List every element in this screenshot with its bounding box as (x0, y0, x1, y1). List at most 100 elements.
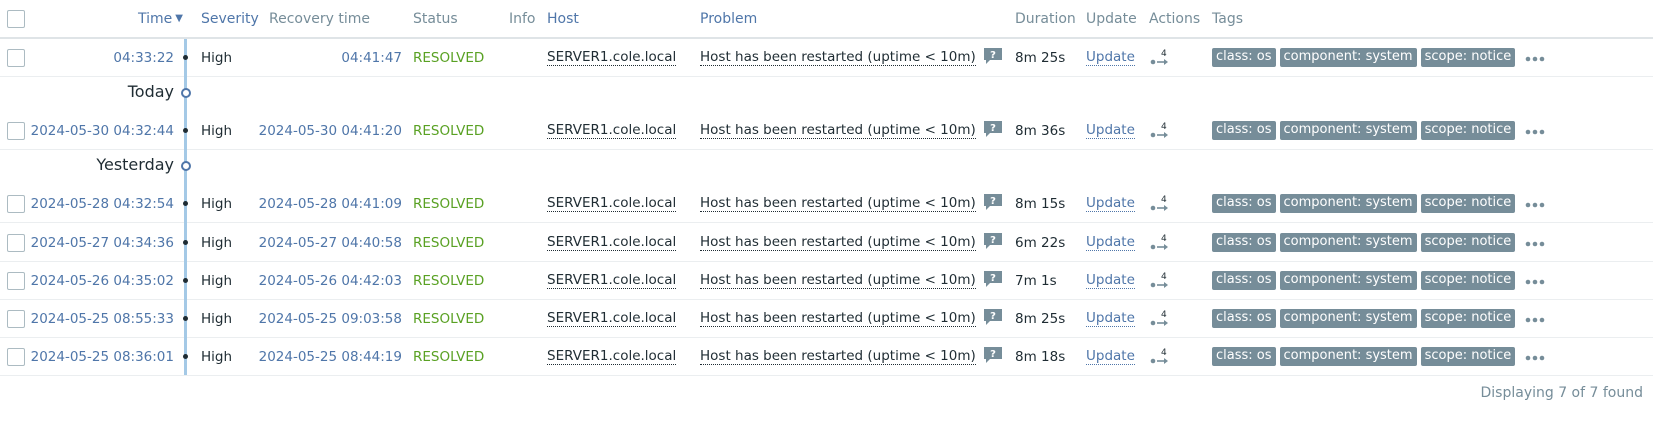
host-link[interactable]: SERVER1.cole.local (547, 338, 677, 375)
timeline-event-dot (183, 354, 188, 359)
update-link[interactable]: Update (1086, 112, 1135, 149)
host-link[interactable]: SERVER1.cole.local (547, 39, 677, 76)
problem-link[interactable]: Host has been restarted (uptime < 10m) ? (700, 224, 1003, 261)
actions-arrow-icon: 4 (1149, 308, 1173, 330)
problem-link[interactable]: Host has been restarted (uptime < 10m) ? (700, 112, 1003, 149)
more-dots-icon[interactable] (1525, 50, 1545, 66)
tag-badge[interactable]: scope: notice (1420, 194, 1516, 213)
actions-button[interactable]: 4 (1149, 224, 1173, 261)
column-actions-header: Actions (1149, 10, 1201, 27)
tag-badge[interactable]: component: system (1279, 194, 1417, 213)
more-dots-icon[interactable] (1525, 349, 1545, 365)
recovery-time-link[interactable]: 04:41:47 (250, 39, 402, 76)
status-resolved: RESOLVED (413, 122, 485, 139)
problem-link[interactable]: Host has been restarted (uptime < 10m) ? (700, 300, 1003, 337)
actions-button[interactable]: 4 (1149, 338, 1173, 375)
actions-button[interactable]: 4 (1149, 39, 1173, 76)
tag-badge[interactable]: class: os (1212, 309, 1276, 328)
problem-link[interactable]: Host has been restarted (uptime < 10m) ? (700, 39, 1003, 76)
tag-badge[interactable]: component: system (1279, 121, 1417, 140)
tag-badge[interactable]: scope: notice (1420, 309, 1516, 328)
tag-badge[interactable]: scope: notice (1420, 233, 1516, 252)
tag-badge[interactable]: class: os (1212, 48, 1276, 67)
problem-link[interactable]: Host has been restarted (uptime < 10m) ? (700, 262, 1003, 299)
actions-button[interactable]: 4 (1149, 262, 1173, 299)
tag-badge[interactable]: component: system (1279, 48, 1417, 67)
tag-badge[interactable]: component: system (1279, 271, 1417, 290)
host-link[interactable]: SERVER1.cole.local (547, 185, 677, 222)
tag-badge[interactable]: class: os (1212, 347, 1276, 366)
table-row: 2024-05-26 04:35:02 High 2024-05-26 04:4… (0, 262, 1653, 300)
problem-link[interactable]: Host has been restarted (uptime < 10m) ? (700, 185, 1003, 222)
event-time-link[interactable]: 2024-05-25 08:55:33 (20, 300, 174, 337)
tags-cell: class: os component: system scope: notice (1212, 39, 1545, 76)
timeline-divider-marker (181, 88, 191, 98)
table-row: 2024-05-30 04:32:44 High 2024-05-30 04:4… (0, 112, 1653, 150)
actions-button[interactable]: 4 (1149, 300, 1173, 337)
tag-badge[interactable]: component: system (1279, 347, 1417, 366)
recovery-time-link[interactable]: 2024-05-25 08:44:19 (250, 338, 402, 375)
recovery-time-link[interactable]: 2024-05-28 04:41:09 (250, 185, 402, 222)
tag-badge[interactable]: scope: notice (1420, 48, 1516, 67)
actions-button[interactable]: 4 (1149, 185, 1173, 222)
column-host-header[interactable]: Host (547, 0, 579, 37)
select-all-checkbox[interactable] (7, 0, 25, 37)
duration-cell: 8m 25s (1015, 310, 1066, 327)
column-time-header[interactable]: Time ▼ (100, 0, 183, 37)
problem-link[interactable]: Host has been restarted (uptime < 10m) ? (700, 338, 1003, 375)
severity-cell: High (201, 234, 233, 251)
more-dots-icon[interactable] (1525, 311, 1545, 327)
tag-badge[interactable]: class: os (1212, 233, 1276, 252)
tag-badge[interactable]: class: os (1212, 194, 1276, 213)
message-question-icon[interactable]: ? (983, 47, 1003, 65)
message-question-icon[interactable]: ? (983, 308, 1003, 326)
tag-badge[interactable]: class: os (1212, 121, 1276, 140)
actions-button[interactable]: 4 (1149, 112, 1173, 149)
column-problem-header[interactable]: Problem (700, 0, 757, 37)
svg-text:?: ? (990, 235, 996, 246)
tag-badge[interactable]: component: system (1279, 309, 1417, 328)
more-dots-icon[interactable] (1525, 235, 1545, 251)
timeline-event-dot (183, 240, 188, 245)
tag-badge[interactable]: scope: notice (1420, 347, 1516, 366)
svg-text:4: 4 (1161, 195, 1167, 205)
message-question-icon[interactable]: ? (983, 346, 1003, 364)
recovery-time-link[interactable]: 2024-05-26 04:42:03 (250, 262, 402, 299)
event-time-link[interactable]: 04:33:22 (20, 39, 174, 76)
event-time-link[interactable]: 2024-05-27 04:34:36 (20, 224, 174, 261)
duration-cell: 7m 1s (1015, 272, 1057, 289)
more-dots-icon[interactable] (1525, 273, 1545, 289)
update-link[interactable]: Update (1086, 262, 1135, 299)
more-dots-icon[interactable] (1525, 123, 1545, 139)
host-link[interactable]: SERVER1.cole.local (547, 224, 677, 261)
column-severity-header[interactable]: Severity (201, 0, 259, 37)
event-time-link[interactable]: 2024-05-25 08:36:01 (20, 338, 174, 375)
recovery-time-link[interactable]: 2024-05-30 04:41:20 (250, 112, 402, 149)
recovery-time-link[interactable]: 2024-05-25 09:03:58 (250, 300, 402, 337)
sort-desc-icon: ▼ (175, 13, 183, 24)
host-link[interactable]: SERVER1.cole.local (547, 300, 677, 337)
tag-badge[interactable]: scope: notice (1420, 121, 1516, 140)
update-link[interactable]: Update (1086, 185, 1135, 222)
tag-badge[interactable]: class: os (1212, 271, 1276, 290)
tag-badge[interactable]: component: system (1279, 233, 1417, 252)
tags-cell: class: os component: system scope: notice (1212, 185, 1545, 222)
event-time-link[interactable]: 2024-05-30 04:32:44 (20, 112, 174, 149)
message-question-icon[interactable]: ? (983, 193, 1003, 211)
recovery-time-link[interactable]: 2024-05-27 04:40:58 (250, 224, 402, 261)
update-link[interactable]: Update (1086, 300, 1135, 337)
update-link[interactable]: Update (1086, 224, 1135, 261)
message-question-icon[interactable]: ? (983, 120, 1003, 138)
update-link[interactable]: Update (1086, 39, 1135, 76)
tag-badge[interactable]: scope: notice (1420, 271, 1516, 290)
message-question-icon[interactable]: ? (983, 232, 1003, 250)
event-time-link[interactable]: 2024-05-28 04:32:54 (20, 185, 174, 222)
duration-cell: 8m 25s (1015, 49, 1066, 66)
host-link[interactable]: SERVER1.cole.local (547, 112, 677, 149)
more-dots-icon[interactable] (1525, 196, 1545, 212)
host-link[interactable]: SERVER1.cole.local (547, 262, 677, 299)
column-duration-header: Duration (1015, 10, 1076, 27)
message-question-icon[interactable]: ? (983, 270, 1003, 288)
event-time-link[interactable]: 2024-05-26 04:35:02 (20, 262, 174, 299)
update-link[interactable]: Update (1086, 338, 1135, 375)
